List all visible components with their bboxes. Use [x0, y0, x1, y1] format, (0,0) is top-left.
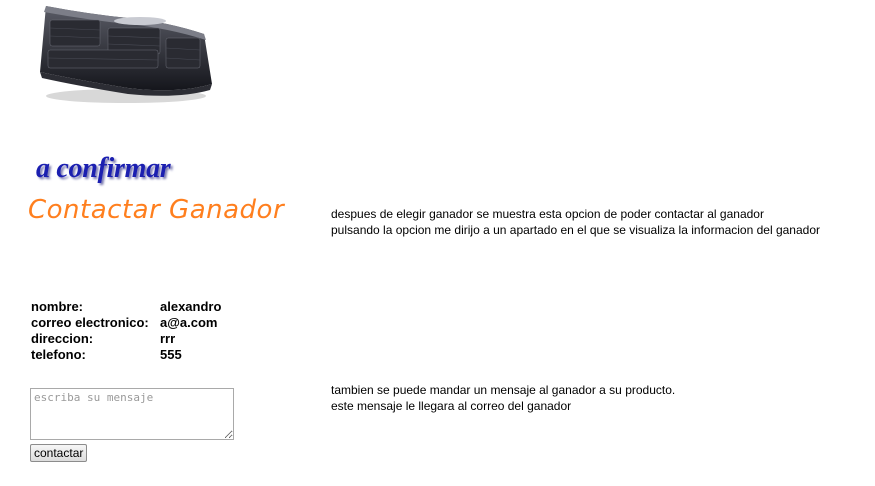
contact-description-line-2: pulsando la opcion me dirijo a un aparta… [331, 223, 820, 237]
winner-name-label: nombre: [31, 299, 83, 314]
winner-email-label: correo electronico: [31, 315, 149, 330]
winner-phone-label: telefono: [31, 347, 86, 362]
winner-phone-value: 555 [160, 347, 182, 362]
page: a confirmar Contactar Ganador despues de… [0, 0, 875, 486]
contact-description: despues de elegir ganador se muestra est… [331, 206, 820, 238]
contact-winner-title: Contactar Ganador [28, 195, 285, 225]
winner-info-row: correo electronico: a@a.com [31, 315, 221, 331]
winner-info: nombre: alexandro correo electronico: a@… [31, 299, 221, 363]
message-description-line-1: tambien se puede mandar un mensaje al ga… [331, 383, 676, 397]
winner-info-row: nombre: alexandro [31, 299, 221, 315]
confirm-title: a confirmar [36, 153, 171, 184]
contact-description-line-1: despues de elegir ganador se muestra est… [331, 207, 764, 221]
keyboard-icon [40, 6, 212, 103]
message-description-line-2: este mensaje le llegara al correo del ga… [331, 399, 572, 413]
winner-info-row: telefono: 555 [31, 347, 221, 363]
winner-address-label: direccion: [31, 331, 94, 346]
message-textarea[interactable] [30, 388, 234, 440]
winner-email-value: a@a.com [160, 315, 218, 330]
winner-name-value: alexandro [160, 299, 222, 314]
winner-address-value: rrr [160, 331, 176, 346]
winner-info-row: direccion: rrr [31, 331, 221, 347]
message-description: tambien se puede mandar un mensaje al ga… [331, 382, 675, 414]
contact-button[interactable]: contactar [30, 444, 88, 462]
